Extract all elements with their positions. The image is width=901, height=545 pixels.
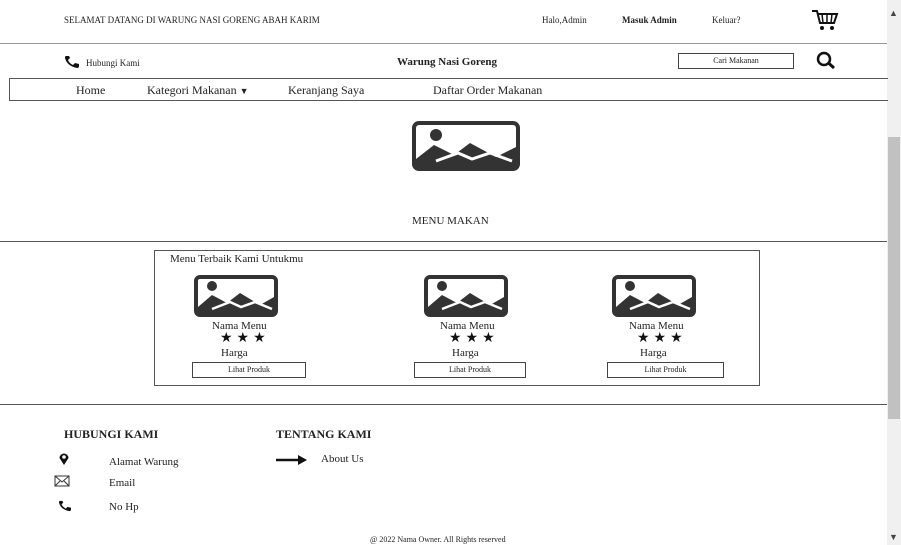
greeting-text: Halo,Admin (542, 15, 587, 25)
search-placeholder: Cari Makanan (713, 56, 759, 65)
footer-contact-heading: HUBUNGI KAMI (64, 427, 159, 441)
phone-icon (64, 55, 80, 74)
search-input[interactable]: Cari Makanan (678, 53, 794, 69)
star-rating: ★★★ (637, 331, 687, 346)
welcome-text: SELAMAT DATANG DI WARUNG NASI GORENG ABA… (64, 15, 320, 25)
view-product-button[interactable]: Lihat Produk (414, 362, 526, 378)
search-icon[interactable] (816, 51, 836, 74)
menu-card-price: Harga (640, 347, 667, 359)
view-product-button[interactable]: Lihat Produk (192, 362, 306, 378)
footer-email: Email (109, 477, 136, 489)
star-rating: ★★★ (449, 331, 499, 346)
menu-card-image (424, 275, 508, 317)
hero-label: MENU MAKAN (412, 215, 489, 227)
location-pin-icon (58, 452, 70, 471)
menu-card-image (612, 275, 696, 317)
contact-link[interactable]: Hubungi Kami (86, 58, 140, 68)
scroll-down-arrow[interactable]: ▼ (889, 532, 898, 542)
hero-image-placeholder (412, 121, 520, 171)
nav-home[interactable]: Home (76, 83, 105, 98)
divider (0, 404, 887, 405)
footer-address: Alamat Warung (109, 456, 179, 468)
menu-card-price: Harga (221, 347, 248, 359)
copyright-text: @ 2022 Nama Owner. All Rights reserved (370, 535, 506, 544)
logout-link[interactable]: Keluar? (712, 15, 740, 25)
nav-kategori[interactable]: Kategori Makanan ▼ (147, 83, 249, 98)
page-title: Warung Nasi Goreng (397, 56, 498, 68)
footer-about-link[interactable]: About Us (321, 453, 363, 465)
footer-phone: No Hp (109, 501, 139, 513)
scrollbar-thumb[interactable] (888, 137, 900, 419)
menu-card-price: Harga (452, 347, 479, 359)
nav-kategori-label: Kategori Makanan (147, 83, 237, 97)
cart-icon[interactable] (811, 8, 839, 37)
phone-icon (58, 499, 72, 517)
menu-section-heading: Menu Terbaik Kami Untukmu (170, 253, 304, 265)
star-rating: ★★★ (220, 331, 270, 346)
divider (0, 241, 887, 242)
arrow-right-icon (276, 453, 308, 471)
footer-about-heading: TENTANG KAMI (276, 427, 372, 441)
scroll-up-arrow[interactable]: ▲ (889, 8, 898, 18)
nav-daftar-order[interactable]: Daftar Order Makanan (433, 83, 542, 98)
divider (0, 43, 887, 44)
view-product-button[interactable]: Lihat Produk (607, 362, 724, 378)
caret-down-icon: ▼ (239, 86, 249, 96)
nav-keranjang[interactable]: Keranjang Saya (288, 83, 364, 98)
admin-login-link[interactable]: Masuk Admin (622, 15, 677, 25)
menu-card-image (194, 275, 278, 317)
mail-icon (54, 474, 70, 492)
